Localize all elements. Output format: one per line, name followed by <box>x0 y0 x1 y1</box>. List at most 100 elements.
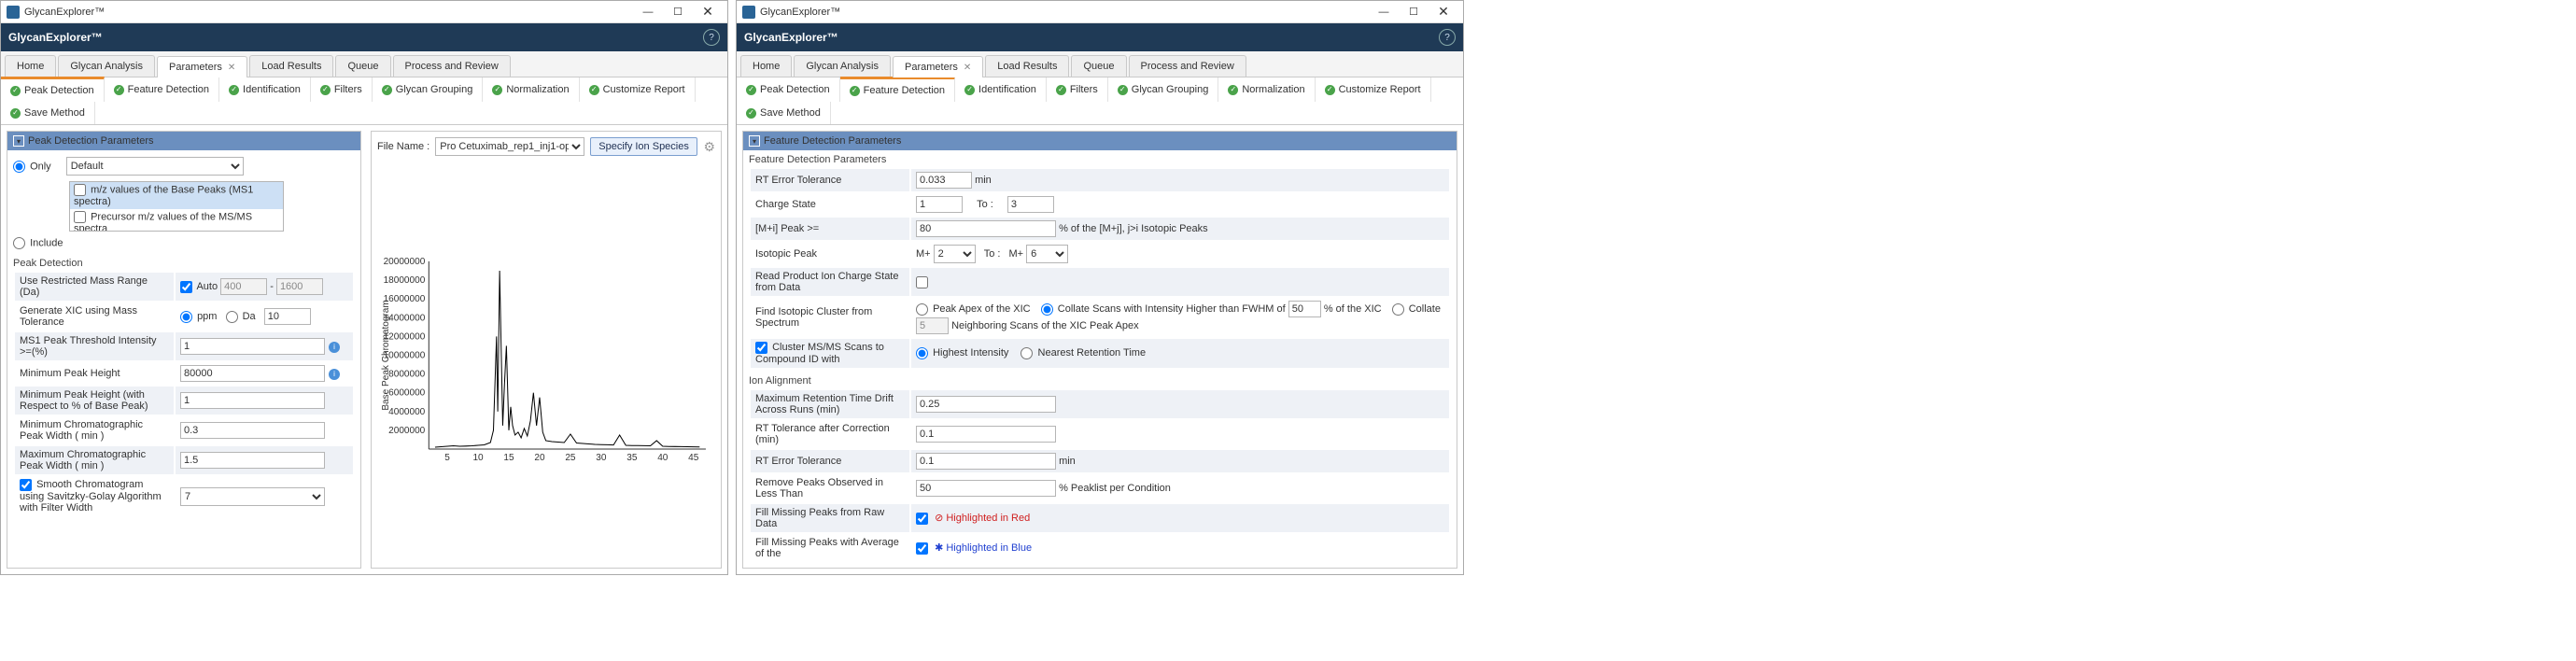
radio-ppm[interactable]: ppm <box>180 311 217 322</box>
label-isotopic-peak: Isotopic Peak <box>751 242 909 266</box>
min-peak-h-input[interactable] <box>180 365 325 382</box>
rt-err2-input[interactable] <box>916 453 1056 470</box>
window-minimize-button[interactable]: — <box>634 4 662 21</box>
iso-to-select[interactable]: 6 <box>1026 245 1068 263</box>
file-name-select[interactable]: Pro Cetuximab_rep1_inj1-opt_03.raw <box>435 137 584 156</box>
tab-process-review[interactable]: Process and Review <box>1129 55 1246 77</box>
mass-from-input[interactable] <box>220 278 267 295</box>
app-window-right: GlycanExplorer™ — ☐ ✕ GlycanExplorer™ ? … <box>736 0 1464 575</box>
auto-checkbox[interactable]: Auto <box>180 281 218 292</box>
subtab-glycan-grouping[interactable]: ✓Glycan Grouping <box>373 77 484 102</box>
list-item[interactable]: Precursor m/z values of the MS/MS spectr… <box>70 209 283 232</box>
svg-text:40: 40 <box>657 453 669 463</box>
subtab-feature-detection[interactable]: ✓Feature Detection <box>105 77 219 102</box>
tab-load-results[interactable]: Load Results <box>985 55 1069 77</box>
info-icon[interactable]: i <box>329 342 340 353</box>
section-label: Peak Detection <box>13 252 355 271</box>
tab-load-results[interactable]: Load Results <box>249 55 333 77</box>
fill-avg-checkbox[interactable] <box>916 542 928 555</box>
section-label: Ion Alignment <box>749 370 1451 388</box>
subtab-filters[interactable]: ✓Filters <box>311 77 373 102</box>
tab-home[interactable]: Home <box>5 55 56 77</box>
svg-text:10: 10 <box>472 453 484 463</box>
close-icon[interactable]: ✕ <box>964 63 971 73</box>
panel-title: Feature Detection Parameters <box>764 135 901 147</box>
radio-nearest-rt[interactable]: Nearest Retention Time <box>1021 347 1146 359</box>
subtab-save-method[interactable]: ✓Save Method <box>1 102 95 124</box>
fill-raw-checkbox[interactable] <box>916 513 928 525</box>
tab-home[interactable]: Home <box>740 55 792 77</box>
specify-ion-species-button[interactable]: Specify Ion Species <box>590 137 697 156</box>
label-restricted-mass: Use Restricted Mass Range (Da) <box>15 273 174 301</box>
gear-icon[interactable]: ⚙ <box>703 139 715 155</box>
window-maximize-button[interactable]: ☐ <box>664 4 692 21</box>
charge-from-input[interactable] <box>916 196 963 213</box>
label-min-peak-pct: Minimum Peak Height (with Respect to % o… <box>15 387 174 415</box>
subtab-identification[interactable]: ✓Identification <box>955 77 1047 102</box>
smooth-width-select[interactable]: 7 <box>180 487 325 506</box>
subtab-feature-detection[interactable]: ✓Feature Detection <box>840 77 955 102</box>
panel-header[interactable]: ▾ Feature Detection Parameters <box>743 132 1457 150</box>
smooth-checkbox[interactable]: Smooth Chromatogram using Savitzky-Golay… <box>20 479 162 513</box>
window-maximize-button[interactable]: ☐ <box>1400 4 1428 21</box>
tab-process-review[interactable]: Process and Review <box>393 55 511 77</box>
radio-include[interactable]: Include <box>13 237 63 249</box>
tab-parameters[interactable]: Parameters✕ <box>157 56 247 77</box>
mass-to-input[interactable] <box>276 278 323 295</box>
subtab-glycan-grouping[interactable]: ✓Glycan Grouping <box>1108 77 1219 102</box>
neighbor-scans-input[interactable] <box>916 317 949 334</box>
panel-header[interactable]: ▾ Peak Detection Parameters <box>7 132 360 150</box>
only-mode-select[interactable]: Default <box>66 157 244 176</box>
rt-corr-input[interactable] <box>916 426 1056 443</box>
subtab-filters[interactable]: ✓Filters <box>1047 77 1108 102</box>
max-drift-input[interactable] <box>916 396 1056 413</box>
subtab-normalization[interactable]: ✓Normalization <box>483 77 579 102</box>
xic-tol-input[interactable] <box>264 308 311 325</box>
subtab-identification[interactable]: ✓Identification <box>219 77 311 102</box>
svg-text:15: 15 <box>503 453 514 463</box>
label-mi-peak: [M+i] Peak >= <box>751 218 909 240</box>
subtab-customize-report[interactable]: ✓Customize Report <box>580 77 696 102</box>
fwhm-pct-input[interactable] <box>1288 301 1321 317</box>
tab-parameters[interactable]: Parameters✕ <box>893 56 983 77</box>
highlight-red-label: Highlighted in Red <box>946 513 1030 524</box>
min-peak-pct-input[interactable] <box>180 392 325 409</box>
remove-peaks-input[interactable] <box>916 480 1056 497</box>
tab-glycan-analysis[interactable]: Glycan Analysis <box>58 55 155 77</box>
cluster-checkbox[interactable]: Cluster MS/MS Scans to Compound ID with <box>755 342 884 365</box>
close-icon[interactable]: ✕ <box>228 63 235 73</box>
help-icon[interactable]: ? <box>703 29 720 46</box>
iso-from-select[interactable]: 2 <box>934 245 976 263</box>
radio-only[interactable]: Only <box>13 161 51 173</box>
min-w-input[interactable] <box>180 422 325 439</box>
label-max-w: Maximum Chromatographic Peak Width ( min… <box>15 446 174 474</box>
subtab-save-method[interactable]: ✓Save Method <box>737 102 831 124</box>
max-w-input[interactable] <box>180 452 325 469</box>
feature-detection-panel: ▾ Feature Detection Parameters Feature D… <box>742 131 1457 569</box>
radio-da[interactable]: Da <box>226 311 256 322</box>
subtab-normalization[interactable]: ✓Normalization <box>1218 77 1315 102</box>
subtab-peak-detection[interactable]: ✓Peak Detection <box>737 77 840 102</box>
help-icon[interactable]: ? <box>1439 29 1456 46</box>
info-icon[interactable]: i <box>329 369 340 380</box>
radio-highest-intensity[interactable]: Highest Intensity <box>916 347 1008 359</box>
radio-collate-fwhm[interactable]: Collate Scans with Intensity Higher than… <box>1041 303 1286 315</box>
read-product-checkbox[interactable] <box>916 276 928 288</box>
tab-queue[interactable]: Queue <box>335 55 390 77</box>
window-close-button[interactable]: ✕ <box>1429 4 1457 21</box>
subtab-customize-report[interactable]: ✓Customize Report <box>1316 77 1431 102</box>
ms1-thr-input[interactable] <box>180 338 325 355</box>
radio-peak-apex[interactable]: Peak Apex of the XIC <box>916 303 1031 315</box>
tab-glycan-analysis[interactable]: Glycan Analysis <box>794 55 891 77</box>
tab-queue[interactable]: Queue <box>1071 55 1126 77</box>
window-minimize-button[interactable]: — <box>1370 4 1398 21</box>
rt-err-input[interactable] <box>916 172 972 189</box>
svg-text:45: 45 <box>688 453 699 463</box>
window-close-button[interactable]: ✕ <box>694 4 722 21</box>
mi-peak-input[interactable] <box>916 220 1056 237</box>
subtab-peak-detection[interactable]: ✓Peak Detection <box>1 77 105 102</box>
charge-to-input[interactable] <box>1007 196 1054 213</box>
only-list[interactable]: m/z values of the Base Peaks (MS1 spectr… <box>69 181 284 232</box>
list-item[interactable]: m/z values of the Base Peaks (MS1 spectr… <box>70 182 283 209</box>
radio-collate-neighbor[interactable]: Collate <box>1392 303 1441 315</box>
